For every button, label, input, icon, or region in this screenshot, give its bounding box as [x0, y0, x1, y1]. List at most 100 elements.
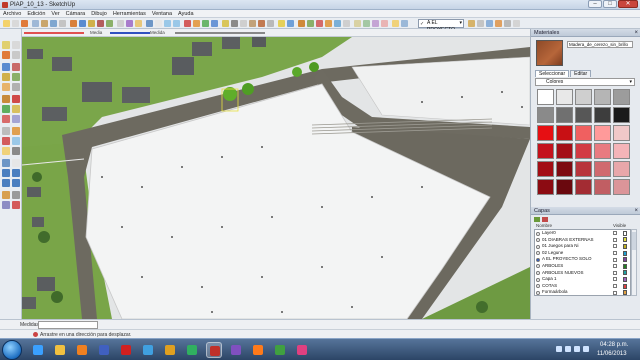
maximize-button[interactable]: □ — [603, 0, 617, 8]
taskbar-app[interactable] — [74, 342, 90, 358]
component-icon[interactable] — [298, 20, 305, 27]
minimize-button[interactable]: – — [588, 0, 602, 8]
layer-row[interactable]: Formaárbola — [535, 289, 630, 295]
material-library-dropdown[interactable]: Colores ▾ — [535, 78, 635, 86]
menu-camara[interactable]: Cámara — [66, 10, 86, 17]
follow-me-icon[interactable] — [12, 105, 20, 113]
scale-tool-icon[interactable] — [97, 20, 104, 27]
shaded-icon[interactable] — [249, 20, 256, 27]
active-layer-radio[interactable] — [536, 244, 540, 249]
dimension-icon[interactable] — [12, 127, 20, 135]
push-pull-icon[interactable] — [12, 95, 20, 103]
visibility-checkbox[interactable] — [613, 264, 617, 269]
color-swatch[interactable] — [575, 89, 592, 105]
3d-text-icon[interactable] — [12, 147, 20, 155]
camera-icon[interactable] — [486, 20, 493, 27]
section-plane-icon[interactable] — [12, 201, 20, 209]
monochrome-icon[interactable] — [267, 20, 274, 27]
circle-tool-icon[interactable] — [50, 20, 57, 27]
color-swatch[interactable] — [537, 125, 554, 141]
make-component-icon[interactable] — [12, 41, 20, 49]
layer-color-swatch[interactable] — [623, 290, 627, 295]
layer-dropdown[interactable]: ✓ A EL PROYECTO ▾ — [418, 19, 464, 33]
taskbar-app[interactable] — [52, 342, 68, 358]
warehouse-icon[interactable] — [372, 20, 379, 27]
style-icon[interactable] — [477, 20, 484, 27]
color-swatch[interactable] — [556, 143, 573, 159]
tab-edit[interactable]: Editar — [570, 70, 592, 77]
clock-date[interactable]: 11/06/2013 — [597, 351, 627, 357]
zoom-tool-icon[interactable] — [164, 20, 171, 27]
flag-icon[interactable] — [556, 346, 562, 352]
color-swatch[interactable] — [575, 161, 592, 177]
dimension-tool-icon[interactable] — [126, 20, 133, 27]
walk-tool-icon[interactable] — [325, 20, 332, 27]
delete-layer-icon[interactable] — [542, 217, 548, 222]
orbit-icon[interactable] — [2, 159, 10, 167]
line-tool-icon[interactable] — [32, 20, 39, 27]
taskbar-app[interactable] — [206, 342, 222, 358]
push-pull-icon[interactable] — [70, 20, 77, 27]
color-swatch[interactable] — [594, 89, 611, 105]
color-swatch[interactable] — [556, 179, 573, 195]
zoom-icon[interactable] — [2, 169, 10, 177]
arc-icon[interactable] — [12, 73, 20, 81]
eraser-icon[interactable] — [12, 51, 20, 59]
settings-icon[interactable] — [513, 20, 520, 27]
taskbar-app[interactable] — [294, 342, 310, 358]
visibility-checkbox[interactable] — [613, 250, 617, 255]
color-swatch[interactable] — [537, 143, 554, 159]
layer-color-swatch[interactable] — [623, 276, 627, 282]
visibility-checkbox[interactable] — [613, 277, 617, 282]
color-swatch[interactable] — [594, 125, 611, 141]
color-swatch[interactable] — [594, 161, 611, 177]
rectangle-tool-icon[interactable] — [41, 20, 48, 27]
zoom-extents-icon[interactable] — [173, 20, 180, 27]
select-tool-icon[interactable] — [3, 20, 10, 27]
close-button[interactable]: ✕ — [618, 0, 638, 8]
position-camera-icon[interactable] — [2, 191, 10, 199]
zoom-extents-icon[interactable] — [2, 179, 10, 187]
paint-bucket-icon[interactable] — [21, 20, 28, 27]
start-button[interactable] — [2, 340, 22, 360]
offset-icon[interactable] — [12, 115, 20, 123]
wireframe-icon[interactable] — [231, 20, 238, 27]
material-thumbnail[interactable] — [536, 40, 563, 66]
material-name-field[interactable]: Madera_de_cerezo_sin_brillo — [567, 41, 633, 48]
text-tool-icon[interactable] — [135, 20, 142, 27]
layer-color-swatch[interactable] — [623, 230, 627, 236]
photo-texture-icon[interactable] — [363, 20, 370, 27]
color-swatch[interactable] — [613, 179, 630, 195]
clock-time[interactable]: 04:28 p.m. — [600, 342, 628, 348]
rectangle-icon[interactable] — [2, 63, 10, 71]
network-icon[interactable] — [565, 346, 571, 352]
taskbar-app[interactable] — [250, 342, 266, 358]
color-swatch[interactable] — [556, 125, 573, 141]
tape-icon[interactable] — [2, 127, 10, 135]
layer-color-swatch[interactable] — [623, 283, 627, 289]
look-around-icon[interactable] — [2, 201, 10, 209]
geo-location-icon[interactable] — [354, 20, 361, 27]
views-icon[interactable] — [184, 20, 191, 27]
pan-tool-icon[interactable] — [155, 20, 162, 27]
menu-edicion[interactable]: Edición — [27, 10, 45, 17]
shadows-icon[interactable] — [278, 20, 285, 27]
tab-select[interactable]: Seleccionar — [535, 70, 570, 77]
polygon-icon[interactable] — [2, 83, 10, 91]
active-layer-radio[interactable] — [536, 290, 540, 295]
volume-icon[interactable] — [574, 346, 580, 352]
color-swatch[interactable] — [537, 107, 554, 123]
color-swatch[interactable] — [556, 89, 573, 105]
color-swatch[interactable] — [613, 161, 630, 177]
visibility-checkbox[interactable] — [613, 237, 617, 242]
layer-color-swatch[interactable] — [623, 250, 627, 256]
protractor-icon[interactable] — [2, 137, 10, 145]
scale-icon[interactable] — [2, 115, 10, 123]
layer-color-swatch[interactable] — [623, 243, 627, 249]
visibility-checkbox[interactable] — [613, 231, 617, 236]
measurements-input[interactable] — [38, 321, 98, 329]
taskbar-app[interactable] — [228, 342, 244, 358]
visibility-checkbox[interactable] — [613, 290, 617, 295]
xray-icon[interactable] — [222, 20, 229, 27]
front-view-icon[interactable] — [202, 20, 209, 27]
